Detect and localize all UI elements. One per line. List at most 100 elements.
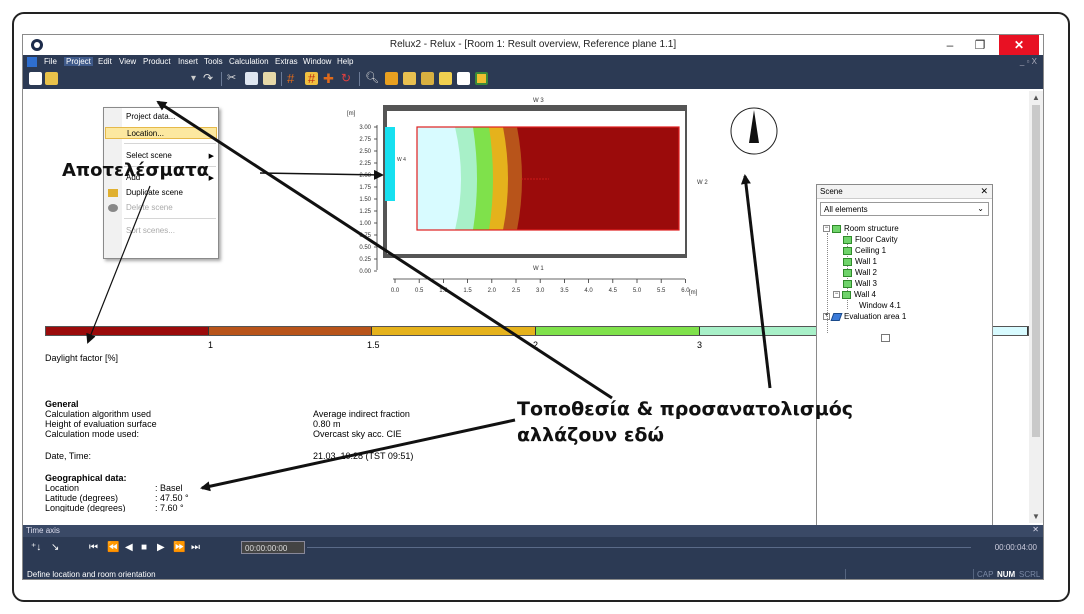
collapse-icon[interactable]: −: [823, 225, 830, 233]
legend-tick-2: 2: [533, 340, 539, 350]
x-tick-label: 0.0: [391, 288, 400, 294]
tree-node-label: Wall 3: [855, 279, 877, 288]
x-tick-label: 2.5: [512, 288, 521, 294]
view-3d-icon[interactable]: [421, 72, 434, 85]
step-back-icon[interactable]: ⏪: [107, 542, 119, 553]
menu-project[interactable]: Project: [64, 57, 93, 66]
title-bar: Relux2 - Relux - [Room 1: Result overvie…: [23, 35, 1043, 55]
add-keyframe-icon[interactable]: ⁺↓: [31, 542, 41, 553]
play-backward-icon[interactable]: ◀: [125, 542, 133, 553]
tree-node-wall-4[interactable]: − Wall 4: [833, 289, 876, 300]
tree-node-label: Ceiling 1: [855, 246, 887, 255]
menu-window[interactable]: Window: [303, 57, 331, 66]
y-tick-label: 2.00: [359, 173, 371, 179]
df-zone-lightcyan: [417, 127, 461, 230]
menu-insert[interactable]: Insert: [178, 57, 198, 66]
wall-label-right: W 2: [697, 180, 708, 186]
menu-item-duplicate-scene[interactable]: Duplicate scene: [126, 187, 183, 199]
menu-file[interactable]: File: [44, 57, 57, 66]
menu-item-sort-scenes[interactable]: Sort scenes...: [126, 225, 175, 237]
menu-item-delete-scene[interactable]: Delete scene: [126, 202, 173, 214]
time-track[interactable]: [307, 547, 971, 548]
scroll-up-icon[interactable]: ▲: [1029, 93, 1043, 102]
legend-tick-1-5: 1.5: [367, 340, 380, 350]
y-tick-label: 0.75: [359, 233, 371, 239]
snap-grid-icon[interactable]: #: [305, 72, 318, 85]
move-cross-icon[interactable]: ✚: [323, 72, 336, 85]
status-bar: Define location and room orientation CAP…: [23, 569, 1043, 579]
go-end-icon[interactable]: ⏭: [191, 542, 200, 553]
tree-node-label: Wall 2: [855, 268, 877, 277]
restore-button[interactable]: ❐: [965, 35, 995, 55]
result-label: Height of evaluation surface: [45, 419, 157, 429]
tree-node-floor-cavity[interactable]: Floor Cavity: [843, 234, 898, 245]
measure-icon[interactable]: [385, 72, 398, 85]
menu-extras[interactable]: Extras: [275, 57, 298, 66]
menu-product[interactable]: Product: [143, 57, 171, 66]
close-icon[interactable]: ✕: [1032, 525, 1039, 534]
open-folder-icon[interactable]: [45, 72, 58, 85]
paste-icon[interactable]: [263, 72, 276, 85]
close-icon[interactable]: ✕: [980, 186, 988, 197]
menu-help[interactable]: Help: [337, 57, 353, 66]
redo-icon[interactable]: ↷: [203, 72, 216, 85]
close-button[interactable]: ✕: [999, 35, 1039, 55]
scroll-thumb[interactable]: [1032, 105, 1040, 437]
tree-node-room-structure[interactable]: − Room structure: [823, 223, 899, 234]
tree-node-wall-2[interactable]: Wall 2: [843, 267, 877, 278]
scene-filter-select[interactable]: All elements ⌄: [820, 202, 989, 216]
time-position-field[interactable]: 00:00:00:00: [241, 541, 305, 554]
save-icon[interactable]: [457, 72, 470, 85]
render-icon[interactable]: [439, 72, 452, 85]
stop-icon[interactable]: ■: [141, 542, 147, 553]
menu-separator: [124, 218, 216, 219]
tree-node-label: Room structure: [844, 224, 899, 233]
datetime-label: Date, Time:: [45, 451, 92, 461]
datetime-value: 21.03. 10:28 (TST 09:51): [313, 451, 414, 461]
ceiling-icon: [843, 246, 852, 255]
menu-item-location[interactable]: Location...: [105, 127, 217, 139]
collapse-icon[interactable]: −: [833, 291, 840, 299]
y-tick-label: 0.50: [359, 245, 371, 251]
go-start-icon[interactable]: ⏮: [89, 542, 98, 553]
x-axis: 0.0 0.5 1.0 1.5 2.0 2.5 3.0 3.5 4.0 4.5 5.0 5.5 6.0[…: [391, 278, 698, 296]
step-forward-icon[interactable]: ⏩: [173, 542, 185, 553]
x-tick-label: 3.0: [536, 288, 545, 294]
tree-node-ceiling[interactable]: Ceiling 1: [843, 245, 886, 256]
expand-icon[interactable]: +: [823, 313, 830, 321]
scene-panel: Scene ✕ All elements ⌄ − Room structure F…: [816, 184, 993, 529]
tree-node-window[interactable]: Window 4.1: [859, 300, 901, 342]
view-plan-icon[interactable]: [403, 72, 416, 85]
scene-panel-title: Scene: [820, 187, 843, 196]
result-label: Calculation algorithm used: [45, 409, 152, 419]
tree-node-wall-3[interactable]: Wall 3: [843, 278, 877, 289]
wall-label-left: W 4: [397, 157, 406, 163]
vertical-scrollbar[interactable]: ▲ ▼: [1029, 91, 1043, 523]
annotation-results: Αποτελέσματα: [62, 160, 209, 181]
copy-icon[interactable]: [245, 72, 258, 85]
menu-edit[interactable]: Edit: [98, 57, 112, 66]
zoom-icon[interactable]: 🔍︎: [365, 72, 379, 85]
x-tick-label: 4.5: [609, 288, 618, 294]
app-menu-icon[interactable]: [27, 57, 37, 67]
mdi-controls[interactable]: _ ▫ X: [1020, 57, 1037, 66]
play-icon[interactable]: ▶: [157, 542, 165, 553]
x-tick-label: 1.0: [439, 288, 448, 294]
y-tick-label: 0.00: [359, 269, 371, 275]
grid-icon[interactable]: #: [287, 72, 300, 85]
menu-view[interactable]: View: [119, 57, 136, 66]
tree-node-evaluation-area[interactable]: + Evaluation area 1: [823, 311, 906, 322]
menu-calculation[interactable]: Calculation: [229, 57, 269, 66]
report-icon[interactable]: [475, 72, 488, 85]
scroll-down-icon[interactable]: ▼: [1029, 512, 1043, 521]
cut-icon[interactable]: ✂: [227, 72, 240, 85]
new-file-icon[interactable]: [29, 72, 42, 85]
num-indicator: NUM: [997, 570, 1016, 579]
tree-node-wall-1[interactable]: Wall 1: [843, 256, 877, 267]
menu-item-project-data[interactable]: Project data...: [126, 111, 175, 123]
rotate-icon[interactable]: ↻: [341, 72, 354, 85]
minimize-button[interactable]: –: [935, 35, 965, 55]
menu-tools[interactable]: Tools: [204, 57, 223, 66]
remove-keyframe-icon[interactable]: ↘: [51, 542, 59, 553]
wall-icon: [842, 290, 851, 299]
